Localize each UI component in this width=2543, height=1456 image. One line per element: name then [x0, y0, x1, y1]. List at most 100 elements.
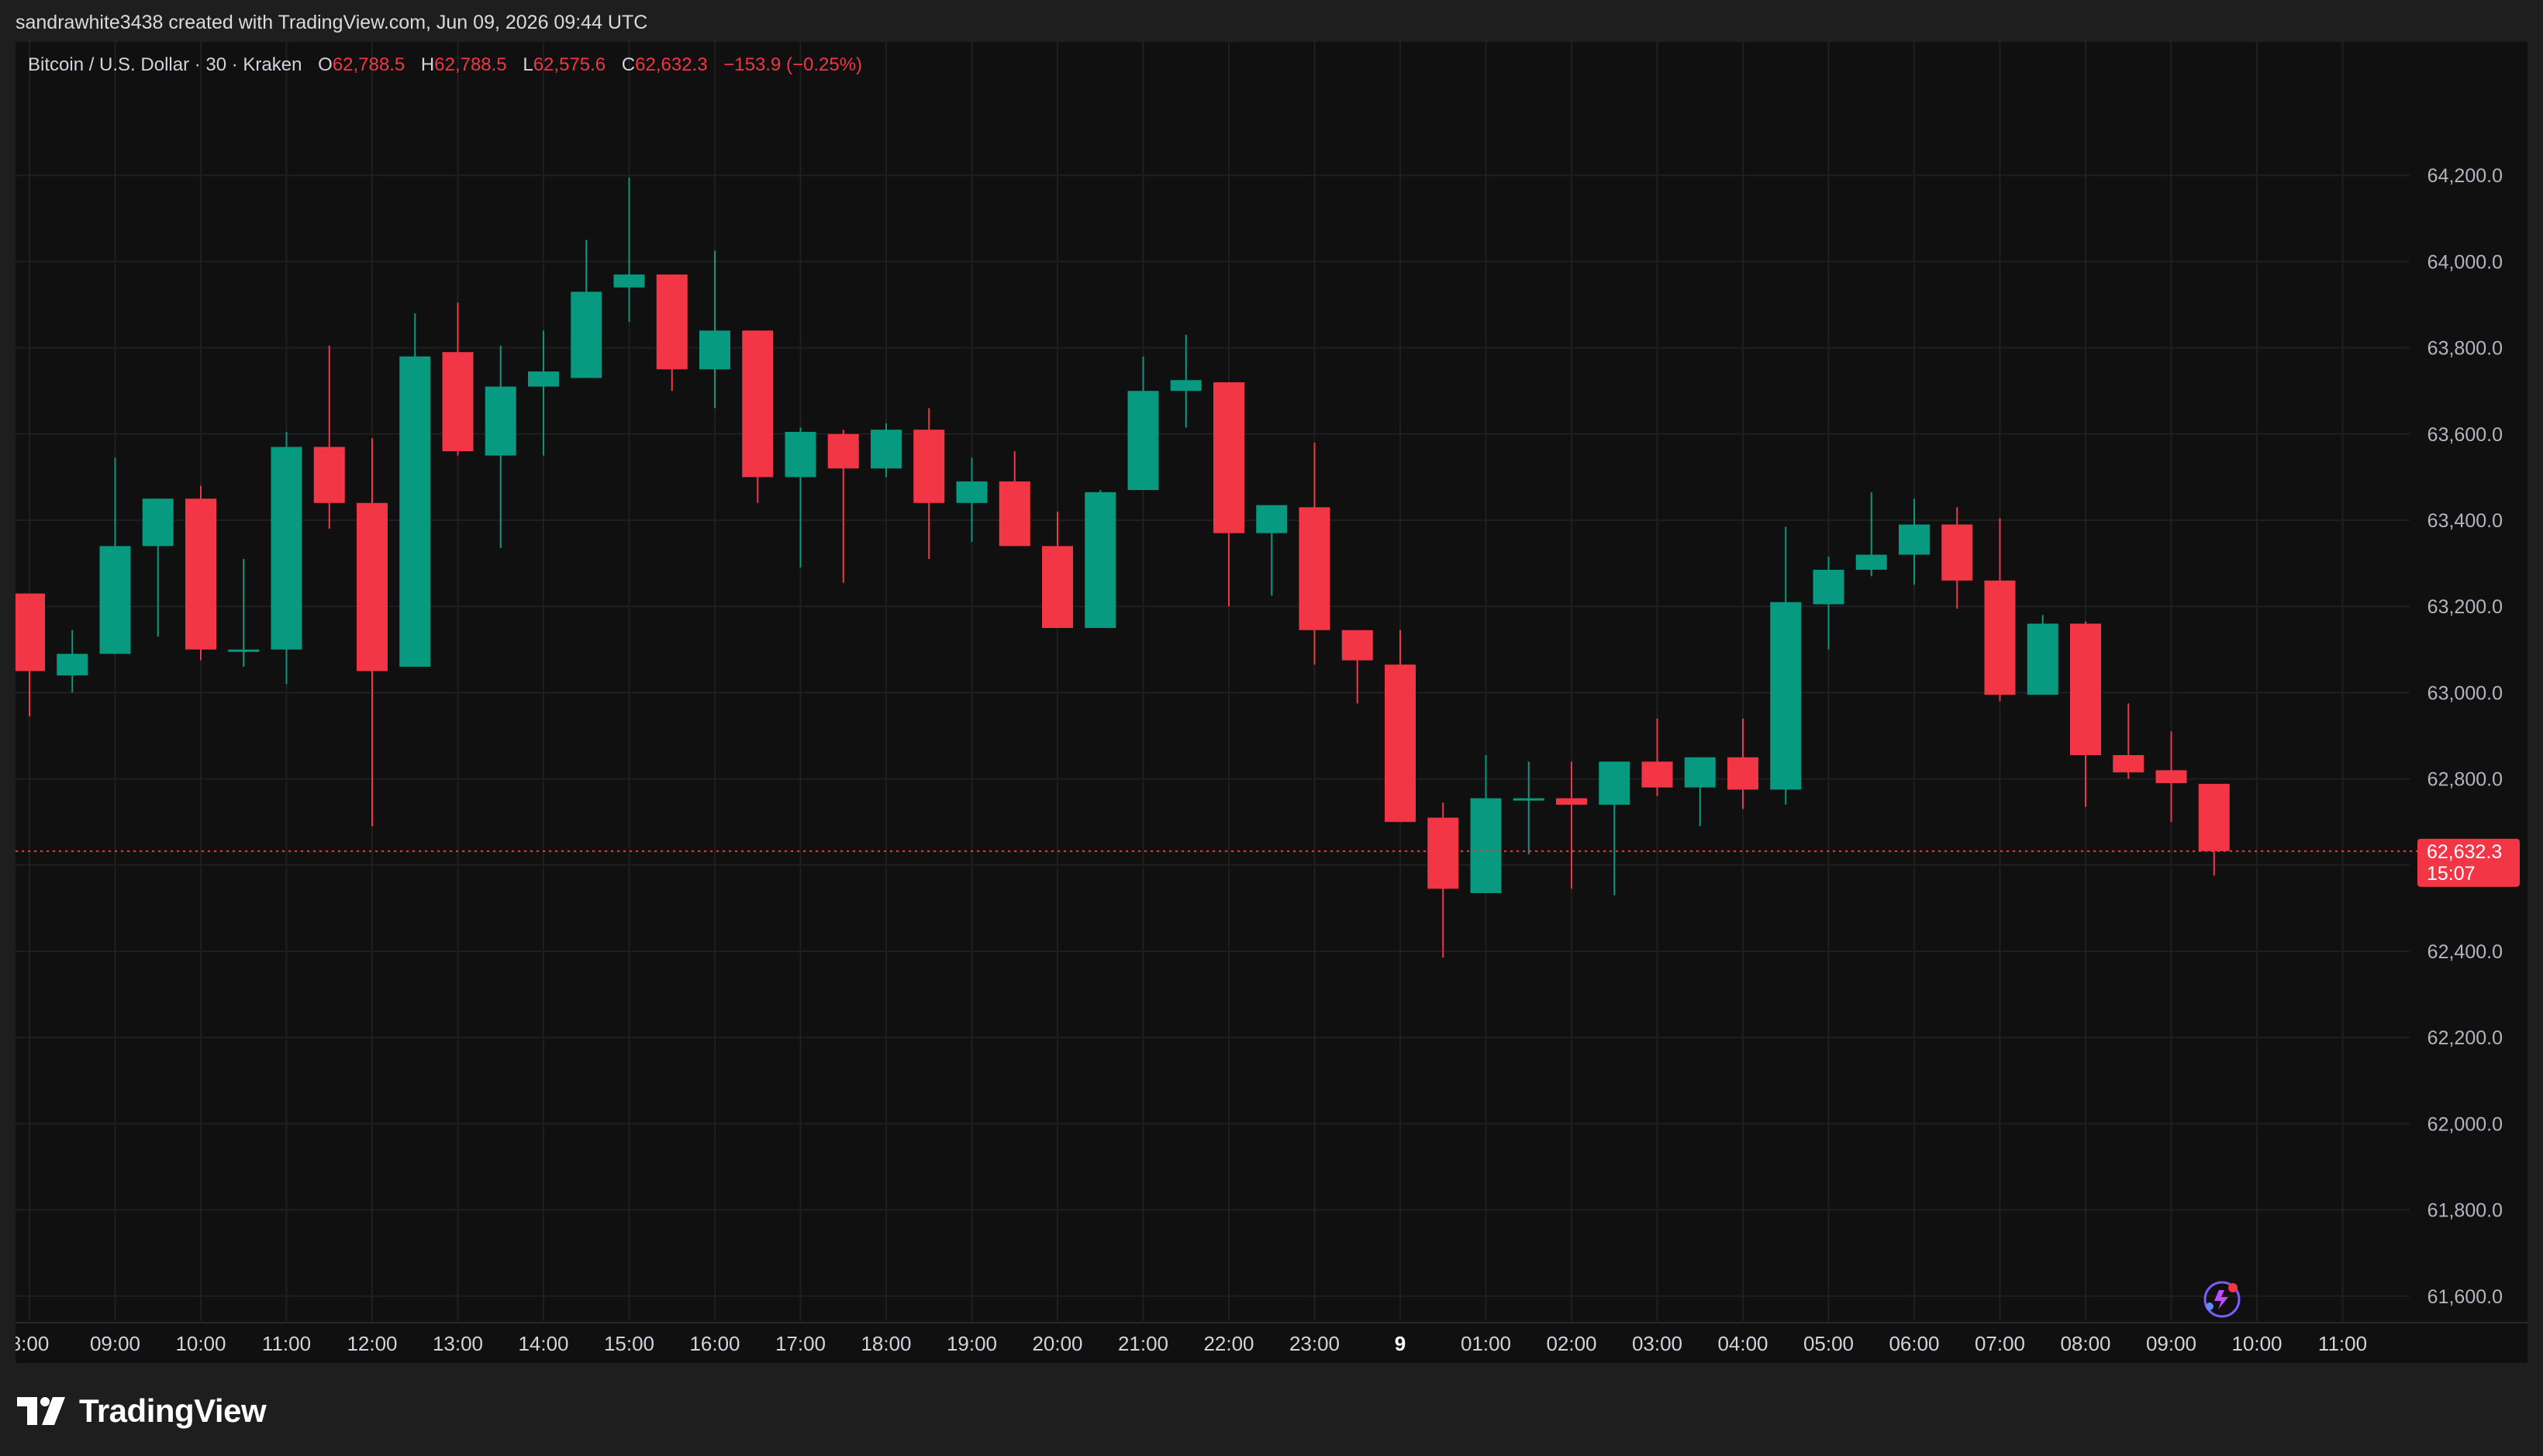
footer-bar [0, 1363, 2543, 1456]
time-tick-label: 09:00 [90, 1332, 140, 1355]
change-value: −153.9 (−0.25%) [723, 54, 863, 75]
time-tick-label: 15:00 [604, 1332, 654, 1355]
time-tick-label: 11:00 [262, 1332, 311, 1355]
candle-body [528, 371, 559, 387]
candle-body [613, 274, 645, 288]
time-tick-label: 11:00 [2318, 1332, 2367, 1355]
candle-body [1855, 554, 1887, 570]
price-tick-label: 63,600.0 [2427, 424, 2503, 446]
candle-body [827, 433, 859, 469]
candle-body [871, 430, 902, 469]
price-tick-label: 63,400.0 [2427, 510, 2503, 532]
price-tick-label: 62,400.0 [2427, 941, 2503, 963]
candle-body [1727, 757, 1758, 790]
time-tick-label: 04:00 [1717, 1332, 1768, 1355]
time-tick-label: 01:00 [1461, 1332, 1511, 1355]
symbol-name: Bitcoin / U.S. Dollar · 30 · Kraken [28, 54, 302, 75]
time-tick-label: 07:00 [1975, 1332, 2025, 1355]
candle-body [1385, 664, 1416, 823]
time-tick-label: 06:00 [1889, 1332, 1939, 1355]
price-axis[interactable]: 64,200.0 64,000.0 63,800.0 63,600.0 63,400.0… [2427, 165, 2503, 1308]
low-label: L [523, 54, 533, 75]
candle-body [228, 649, 260, 652]
high-value: 62,788.5 [434, 54, 507, 75]
time-tick-label: 21:00 [1118, 1332, 1168, 1355]
price-tick-label: 64,000.0 [2427, 251, 2503, 273]
time-tick-label: 20:00 [1032, 1332, 1082, 1355]
candle-body [913, 430, 945, 503]
candle-body [999, 481, 1030, 547]
candle-body [1684, 757, 1716, 788]
price-tick-label: 64,200.0 [2427, 165, 2503, 187]
candle-body [485, 386, 516, 456]
candle-body [1641, 761, 1673, 788]
candle-body [699, 330, 730, 370]
candle-body [1299, 507, 1330, 630]
candle-body [1213, 382, 1244, 533]
candle-body [1599, 761, 1630, 805]
tradingview-logo[interactable]: TradingView [17, 1388, 267, 1434]
time-tick-label: 17:00 [775, 1332, 826, 1355]
candle-body [2198, 783, 2230, 851]
time-tick-label: 14:00 [518, 1332, 568, 1355]
candle-body [271, 447, 302, 650]
time-tick-label: 08:00 [2060, 1332, 2110, 1355]
chart-area[interactable]: 64,200.0 64,000.0 63,800.0 63,600.0 63,400.0… [16, 42, 2527, 1363]
candlestick-chart[interactable]: 64,200.0 64,000.0 63,800.0 63,600.0 63,400.0… [16, 42, 2527, 1363]
time-tick-label: 10:00 [2231, 1332, 2282, 1355]
candle-body [1085, 492, 1116, 628]
time-tick-label: 9 [1395, 1332, 1406, 1355]
candle-body [2155, 770, 2187, 784]
candle-body [1042, 546, 1073, 628]
candle-body [313, 447, 345, 503]
last-price-value: 62,632.3 [2427, 841, 2502, 863]
candle-body [742, 330, 774, 478]
time-tick-label: 02:00 [1546, 1332, 1596, 1355]
candle-body [1470, 798, 1502, 893]
last-price-countdown: 15:07 [2427, 863, 2476, 885]
price-tick-label: 63,200.0 [2427, 596, 2503, 618]
candle-body [2070, 623, 2101, 755]
candle-body [399, 356, 431, 668]
last-price-marker: 62,632.315:07 [16, 838, 2520, 887]
time-tick-label: 10:00 [175, 1332, 226, 1355]
time-tick-label: 22:00 [1203, 1332, 1254, 1355]
flash-icon[interactable] [2203, 1281, 2241, 1318]
price-tick-label: 63,800.0 [2427, 338, 2503, 360]
low-value: 62,575.6 [533, 54, 606, 75]
symbol-legend[interactable]: Bitcoin / U.S. Dollar · 30 · Kraken O 62,… [28, 54, 862, 76]
candle-body [1170, 380, 1202, 392]
candle-body [1984, 580, 2016, 695]
candle-body [1813, 569, 1844, 605]
candle-body [357, 502, 388, 671]
open-label: O [318, 54, 333, 75]
candle-body [1941, 524, 1973, 581]
candle-body [2113, 754, 2144, 773]
time-tick-label: 13:00 [433, 1332, 483, 1355]
candle-body [57, 654, 88, 676]
candle-body [2027, 623, 2058, 695]
candle-body [656, 274, 688, 370]
time-tick-label: 12:00 [347, 1332, 397, 1355]
candle-body [1513, 798, 1544, 801]
candle-body [956, 481, 988, 503]
time-axis[interactable]: 8:00 09:00 10:00 11:00 12:00 13:00 14:00 15:00 1… [16, 1332, 2367, 1355]
close-label: C [621, 54, 636, 75]
candle-body [99, 546, 131, 654]
high-label: H [420, 54, 435, 75]
time-tick-label: 09:00 [2146, 1332, 2196, 1355]
candle-body [785, 432, 816, 478]
candles [16, 177, 2230, 958]
time-tick-label: 16:00 [689, 1332, 740, 1355]
candle-body [1341, 630, 1373, 661]
candle-body [571, 292, 602, 378]
tradingview-logo-icon [17, 1397, 65, 1425]
time-tick-label: 05:00 [1803, 1332, 1854, 1355]
time-tick-label: 19:00 [947, 1332, 997, 1355]
price-tick-label: 61,800.0 [2427, 1200, 2503, 1222]
time-tick-label: 18:00 [861, 1332, 911, 1355]
price-tick-label: 61,600.0 [2427, 1286, 2503, 1308]
tradingview-logo-text: TradingView [79, 1392, 267, 1429]
close-value: 62,632.3 [635, 54, 708, 75]
candle-body [1427, 817, 1459, 889]
